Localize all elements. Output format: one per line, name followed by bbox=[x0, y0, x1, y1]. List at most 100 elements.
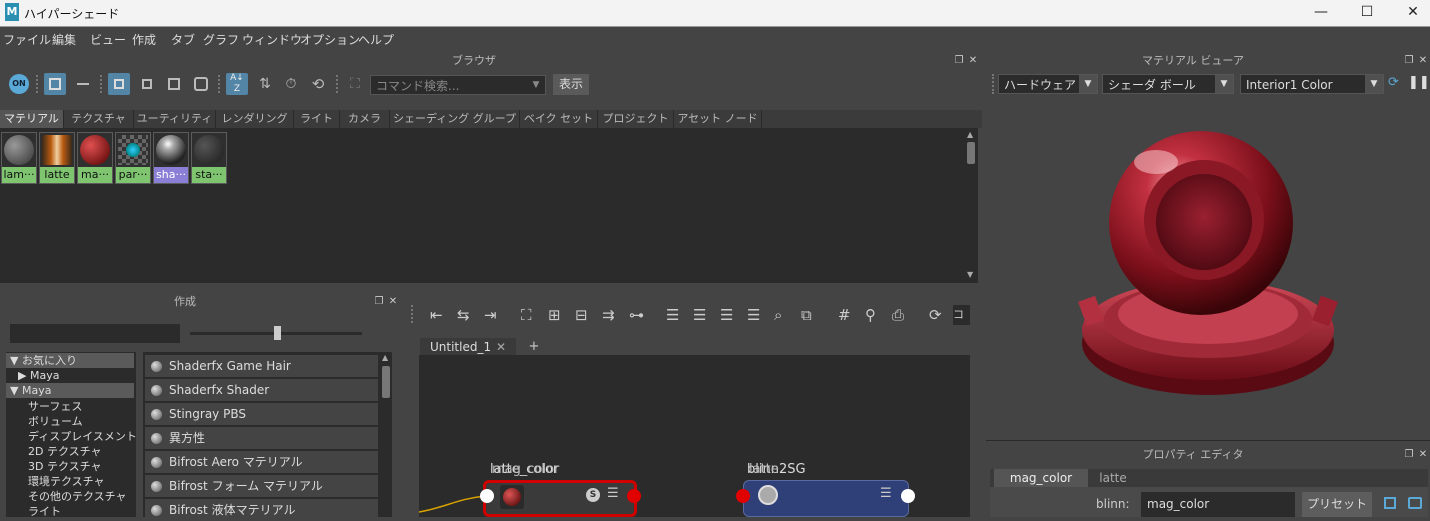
preset-button[interactable]: プリセット bbox=[1302, 492, 1372, 517]
graph-layout-icon[interactable]: ⇉ bbox=[602, 305, 615, 325]
graph-command-field[interactable]: コマ bbox=[953, 305, 970, 325]
menu-window[interactable]: ウィンドウ bbox=[242, 31, 302, 48]
float-icon[interactable]: ❐ bbox=[1404, 56, 1414, 66]
node1-input-port[interactable] bbox=[480, 489, 494, 503]
float-icon[interactable]: ❐ bbox=[1404, 450, 1414, 460]
tab-asset-nodes[interactable]: アセット ノード bbox=[674, 110, 762, 128]
remove-selected-icon[interactable]: ⊟ bbox=[575, 305, 588, 325]
node-name-field[interactable]: mag_color bbox=[1141, 492, 1295, 517]
search-icon[interactable]: ⌕ bbox=[774, 305, 782, 325]
create-filter-input[interactable] bbox=[10, 324, 180, 343]
tab-untitled-1[interactable]: Untitled_1 ✕ bbox=[420, 338, 516, 356]
filter-icon[interactable]: ⛶ bbox=[344, 73, 366, 95]
slider-handle[interactable] bbox=[274, 326, 281, 340]
tree-item-env-textures[interactable]: 環境テクスチャ bbox=[6, 474, 134, 489]
close-tab-icon[interactable]: ✕ bbox=[496, 338, 506, 356]
tab-latte[interactable]: latte bbox=[1088, 469, 1138, 487]
graph-swatch-icon[interactable]: ⧉ bbox=[801, 305, 812, 325]
chevron-down-icon[interactable]: ▼ bbox=[1365, 75, 1383, 93]
connected-mode-icon[interactable]: ☰ bbox=[693, 305, 706, 325]
close-panel-icon[interactable]: ✕ bbox=[388, 297, 398, 307]
grid-icon[interactable]: # bbox=[838, 305, 851, 325]
node-anisotropic[interactable]: 異方性 bbox=[145, 427, 378, 449]
tab-utilities[interactable]: ユーティリティ bbox=[134, 110, 216, 128]
menu-help[interactable]: ヘルプ bbox=[358, 31, 394, 48]
tab-materials[interactable]: マテリアル bbox=[0, 110, 64, 128]
float-icon[interactable]: ❐ bbox=[374, 297, 384, 307]
add-tab-button[interactable]: + bbox=[520, 338, 548, 356]
frame-all-icon[interactable]: ⛶ bbox=[521, 305, 532, 325]
close-panel-icon[interactable]: ✕ bbox=[1418, 450, 1428, 460]
node2-output-port[interactable] bbox=[901, 489, 915, 503]
swatch-mag-color[interactable]: ma··· bbox=[77, 132, 113, 184]
tree-item-3d-textures[interactable]: 3D テクスチャ bbox=[6, 459, 134, 474]
simple-mode-icon[interactable]: ☰ bbox=[666, 305, 679, 325]
focus-input-icon[interactable] bbox=[1384, 497, 1396, 509]
node-menu-icon[interactable]: ☰ bbox=[607, 486, 619, 501]
node-mag-color[interactable]: S ☰ bbox=[483, 480, 637, 517]
tree-item-surface[interactable]: サーフェス bbox=[6, 399, 134, 414]
scrollbar-thumb[interactable] bbox=[967, 142, 975, 164]
menu-tabs[interactable]: タブ bbox=[171, 31, 195, 48]
swatch-shader[interactable]: sha··· bbox=[153, 132, 189, 184]
command-search-input[interactable]: コマンド検索... ▼ bbox=[370, 75, 546, 95]
menu-graph[interactable]: グラフ bbox=[203, 31, 239, 48]
environment-dropdown[interactable]: Interior1 Color ▼ bbox=[1240, 74, 1384, 94]
show-button[interactable]: 表示 bbox=[553, 74, 589, 95]
tab-bake-sets[interactable]: ベイク セット bbox=[520, 110, 598, 128]
shape-dropdown[interactable]: シェーダ ボール ▼ bbox=[1102, 74, 1234, 94]
tab-cameras[interactable]: カメラ bbox=[340, 110, 390, 128]
node-shaderfx-shader[interactable]: Shaderfx Shader bbox=[145, 379, 378, 401]
focus-output-icon[interactable] bbox=[1408, 497, 1422, 509]
float-icon[interactable]: ❐ bbox=[954, 56, 964, 66]
node2-input-port[interactable] bbox=[736, 489, 750, 503]
renderer-dropdown[interactable]: ハードウェア ▼ bbox=[998, 74, 1098, 94]
relationship-icon[interactable]: ⊶ bbox=[629, 305, 644, 325]
show-top-tabs-icon[interactable] bbox=[44, 73, 66, 95]
menu-view[interactable]: ビュー bbox=[90, 31, 126, 48]
tree-item-displacement[interactable]: ディスプレイスメント bbox=[6, 429, 137, 444]
close-panel-icon[interactable]: ✕ bbox=[968, 56, 978, 66]
tab-projects[interactable]: プロジェクト bbox=[598, 110, 674, 128]
browser-scrollbar[interactable]: ▲ ▼ bbox=[964, 128, 978, 283]
output-connections-icon[interactable]: ⇥ bbox=[484, 305, 497, 325]
refresh-icon[interactable]: ⟳ bbox=[929, 305, 942, 325]
chevron-down-icon[interactable]: ▼ bbox=[1079, 75, 1097, 93]
on-toggle-button[interactable]: ON bbox=[8, 73, 30, 95]
swatch-latte[interactable]: latte bbox=[39, 132, 75, 184]
refresh-render-icon[interactable]: ⟳ bbox=[1388, 75, 1399, 90]
tree-item-volume[interactable]: ボリューム bbox=[6, 414, 134, 429]
swatch-lambert[interactable]: lam··· bbox=[1, 132, 37, 184]
icon-view-medium-icon[interactable] bbox=[136, 73, 158, 95]
node-bifrost-liquid[interactable]: Bifrost 液体マテリアル bbox=[145, 499, 378, 521]
custom-mode-icon[interactable]: ☰ bbox=[747, 305, 760, 325]
swatch-particle[interactable]: par··· bbox=[115, 132, 151, 184]
node-blinn2sg[interactable]: ☰ bbox=[743, 480, 909, 517]
close-button[interactable]: ✕ bbox=[1390, 0, 1430, 26]
close-panel-icon[interactable]: ✕ bbox=[1418, 56, 1428, 66]
tab-mag-color[interactable]: mag_color bbox=[994, 469, 1088, 487]
node-stingray-pbs[interactable]: Stingray PBS bbox=[145, 403, 378, 425]
menu-create[interactable]: 作成 bbox=[132, 31, 156, 48]
show-bottom-tabs-icon[interactable] bbox=[72, 73, 94, 95]
node-shaderfx-game-hair[interactable]: Shaderfx Game Hair bbox=[145, 355, 378, 377]
full-mode-icon[interactable]: ☰ bbox=[720, 305, 733, 325]
node-list-scrollbar[interactable]: ▲ bbox=[380, 352, 392, 517]
swatch-standard-surface[interactable]: sta··· bbox=[191, 132, 227, 184]
input-output-connections-icon[interactable]: ⇆ bbox=[457, 305, 470, 325]
chevron-down-icon[interactable]: ▼ bbox=[527, 76, 545, 94]
minimize-button[interactable]: — bbox=[1298, 0, 1344, 26]
node-menu-icon[interactable]: ☰ bbox=[880, 486, 892, 501]
icon-view-xlarge-icon[interactable] bbox=[190, 73, 212, 95]
chevron-down-icon[interactable]: ▼ bbox=[1215, 75, 1233, 93]
input-connections-icon[interactable]: ⇤ bbox=[430, 305, 443, 325]
reverse-order-icon[interactable]: ⟲ bbox=[307, 73, 329, 95]
swatch-size-slider[interactable] bbox=[190, 326, 362, 340]
tree-item-other-textures[interactable]: その他のテクスチャ bbox=[6, 489, 134, 504]
tree-item-maya[interactable]: ▼ Maya bbox=[6, 383, 134, 398]
s-badge[interactable]: S bbox=[586, 488, 600, 502]
add-selected-icon[interactable]: ⊞ bbox=[548, 305, 561, 325]
sort-by-name-icon[interactable]: A↓ Z bbox=[226, 73, 248, 95]
sort-by-time-icon[interactable]: ⏱ bbox=[280, 73, 302, 95]
screenshot-icon[interactable]: ⎙ bbox=[892, 305, 904, 325]
